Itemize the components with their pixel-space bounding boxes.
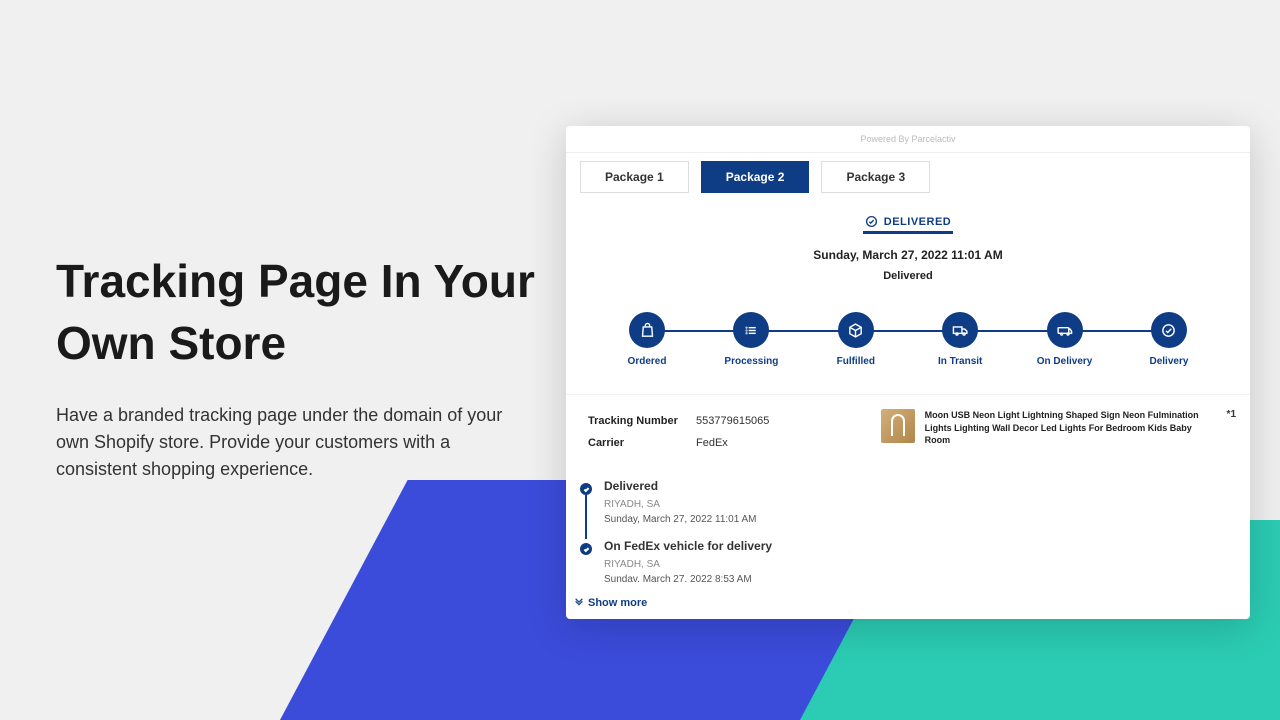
details-row: Tracking Number 553779615065 Carrier Fed… bbox=[566, 394, 1250, 465]
tracking-number-label: Tracking Number bbox=[588, 415, 696, 427]
timeline-location: RIYADH, SA bbox=[604, 499, 1242, 510]
tracking-timeline: Delivered RIYADH, SA Sunday, March 27, 2… bbox=[566, 465, 1250, 595]
package-tabs: Package 1 Package 2 Package 3 bbox=[566, 153, 1250, 193]
show-more-label: Show more bbox=[588, 597, 647, 609]
tab-package-1[interactable]: Package 1 bbox=[580, 161, 689, 193]
product-thumbnail bbox=[881, 409, 915, 443]
step-ordered: Ordered bbox=[614, 312, 680, 368]
product-quantity: *1 bbox=[1227, 409, 1236, 420]
status-timestamp: Sunday, March 27, 2022 11:01 AM bbox=[566, 248, 1250, 262]
van-icon bbox=[1047, 312, 1083, 348]
step-fulfilled: Fulfilled bbox=[823, 312, 889, 368]
box-icon bbox=[838, 312, 874, 348]
chevron-down-icon bbox=[574, 598, 584, 608]
tracking-info: Tracking Number 553779615065 Carrier Fed… bbox=[580, 409, 869, 465]
timeline-title: Delivered bbox=[604, 479, 1242, 493]
status-label: DELIVERED bbox=[884, 216, 951, 228]
timeline-connector bbox=[585, 495, 587, 539]
tab-package-2[interactable]: Package 2 bbox=[701, 161, 810, 193]
status-badge: DELIVERED bbox=[863, 215, 953, 234]
carrier-value: FedEx bbox=[696, 437, 728, 449]
page-description: Have a branded tracking page under the d… bbox=[56, 402, 536, 483]
product-name: Moon USB Neon Light Lightning Shaped Sig… bbox=[925, 409, 1209, 447]
timeline-dot-icon bbox=[580, 543, 592, 555]
status-section: DELIVERED Sunday, March 27, 2022 11:01 A… bbox=[566, 215, 1250, 282]
marketing-copy: Tracking Page In Your Own Store Have a b… bbox=[56, 250, 536, 483]
step-processing: Processing bbox=[718, 312, 784, 368]
progress-steps: Ordered Processing Fulfilled In Transit … bbox=[566, 282, 1250, 388]
status-subtext: Delivered bbox=[566, 270, 1250, 282]
timeline-title: On FedEx vehicle for delivery bbox=[604, 539, 1242, 553]
step-on-delivery: On Delivery bbox=[1032, 312, 1098, 368]
timeline-location: RIYADH, SA bbox=[604, 559, 1242, 570]
product-row: Moon USB Neon Light Lightning Shaped Sig… bbox=[881, 409, 1236, 465]
powered-by-label: Powered By Parcelactiv bbox=[566, 126, 1250, 153]
step-label: Fulfilled bbox=[837, 356, 875, 368]
tracking-number-value: 553779615065 bbox=[696, 415, 769, 427]
step-label: Processing bbox=[724, 356, 778, 368]
step-label: On Delivery bbox=[1037, 356, 1093, 368]
step-label: Ordered bbox=[628, 356, 667, 368]
timeline-time: Sundav. March 27. 2022 8:53 AM bbox=[604, 574, 1242, 585]
timeline-item: On FedEx vehicle for delivery RIYADH, SA… bbox=[576, 535, 1242, 595]
tracking-card: Powered By Parcelactiv Package 1 Package… bbox=[566, 126, 1250, 619]
page-heading: Tracking Page In Your Own Store bbox=[56, 250, 536, 374]
list-icon bbox=[733, 312, 769, 348]
timeline-item: Delivered RIYADH, SA Sunday, March 27, 2… bbox=[576, 475, 1242, 535]
tab-package-3[interactable]: Package 3 bbox=[821, 161, 930, 193]
bag-icon bbox=[629, 312, 665, 348]
step-delivery: Delivery bbox=[1136, 312, 1202, 368]
timeline-dot-icon bbox=[580, 483, 592, 495]
truck-icon bbox=[942, 312, 978, 348]
step-in-transit: In Transit bbox=[927, 312, 993, 368]
carrier-label: Carrier bbox=[588, 437, 696, 449]
check-circle-icon bbox=[865, 215, 878, 228]
step-label: Delivery bbox=[1149, 356, 1188, 368]
check-icon bbox=[1151, 312, 1187, 348]
timeline-time: Sunday, March 27, 2022 11:01 AM bbox=[604, 514, 1242, 525]
step-label: In Transit bbox=[938, 356, 982, 368]
show-more-button[interactable]: Show more bbox=[566, 595, 655, 619]
